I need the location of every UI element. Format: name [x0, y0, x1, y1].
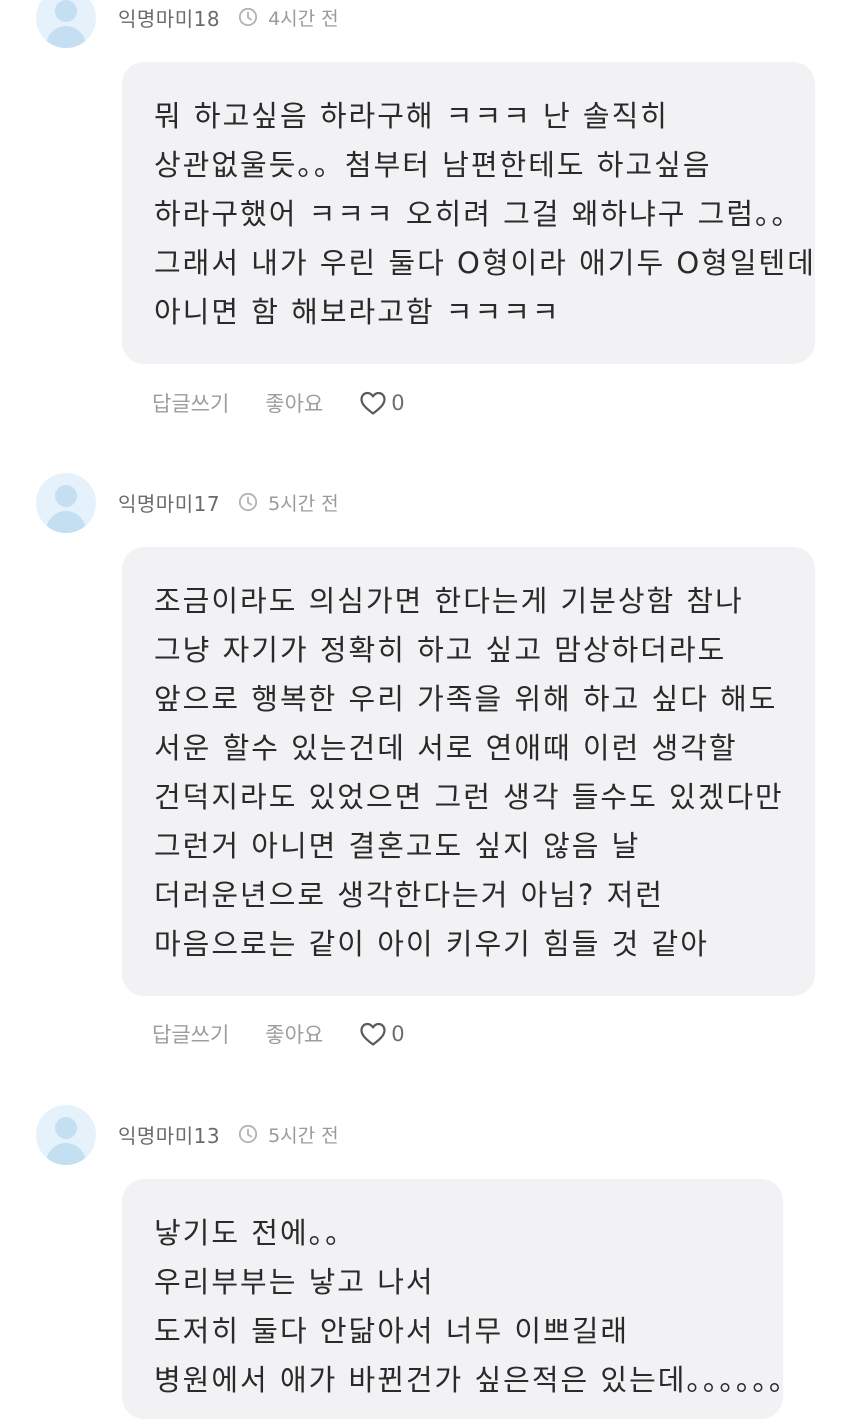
comment-text-line: 뭐 하고싶음 하라구해 ㅋㅋㅋ 난 솔직히	[154, 99, 669, 133]
timestamp: 5시간 전	[268, 1124, 339, 1147]
like-count: 0	[391, 1022, 405, 1046]
comment-actions: 답글쓰기 좋아요 0	[152, 1018, 405, 1050]
comment-actions: 답글쓰기 좋아요 0	[152, 387, 405, 419]
comment-text-line: 하라구했어 ㅋㅋㅋ 오히려 그걸 왜하냐구 그럼。。	[154, 197, 803, 231]
comment-bubble: 낳기도 전에。。 우리부부는 낳고 나서 도저히 둘다 안닮아서 너무 이쁘길래…	[122, 1179, 800, 1419]
like-count-button[interactable]: 0	[359, 390, 405, 416]
author-name[interactable]: 익명마미17	[118, 488, 220, 517]
clock-icon	[238, 7, 258, 27]
like-count: 0	[391, 391, 405, 415]
comment-bubble: 뭐 하고싶음 하라구해 ㅋㅋㅋ 난 솔직히 상관없울듯。。첨부터 남편한테도 하…	[122, 62, 815, 364]
heart-icon	[360, 1022, 386, 1046]
comment-text-line: 그래서 내가 우린 둘다 O형이라 애기두 O형일텐데	[154, 246, 816, 280]
timestamp: 4시간 전	[268, 7, 339, 30]
like-button[interactable]: 좋아요	[265, 388, 323, 418]
comment-text-line: 조금이라도 의심가면 한다는게 기분상함 참나	[154, 584, 744, 618]
comment-text-line: 병원에서 애가 바뀐건가 싶은적은 있는데。。。。。。	[154, 1363, 800, 1397]
like-button[interactable]: 좋아요	[265, 1019, 323, 1049]
avatar[interactable]	[36, 1105, 96, 1165]
reply-button[interactable]: 답글쓰기	[152, 388, 229, 418]
comment-text-line: 건덕지라도 있었으면 그런 생각 들수도 있겠다만	[154, 780, 784, 814]
comment-text-line: 앞으로 행복한 우리 가족을 위해 하고 싶다 해도	[154, 682, 778, 716]
avatar[interactable]	[36, 473, 96, 533]
comment-text-line: 그냥 자기가 정확히 하고 싶고 맘상하더라도	[154, 633, 727, 667]
clock-icon	[238, 1124, 258, 1144]
avatar[interactable]	[36, 0, 96, 48]
comment-text-line: 그런거 아니면 결혼고도 싶지 않음 날	[154, 829, 641, 863]
comment-text-line: 마음으로는 같이 아이 키우기 힘들 것 같아	[154, 927, 709, 961]
clock-icon	[238, 492, 258, 512]
comment-text-line: 상관없울듯。。첨부터 남편한테도 하고싶음	[154, 148, 712, 182]
comment-text-line: 도저히 둘다 안닮아서 너무 이쁘길래	[154, 1314, 630, 1348]
timestamp: 5시간 전	[268, 492, 339, 515]
author-name[interactable]: 익명마미13	[118, 1120, 220, 1149]
heart-icon	[360, 391, 386, 415]
comment-bubble: 조금이라도 의심가면 한다는게 기분상함 참나 그냥 자기가 정확히 하고 싶고…	[122, 547, 815, 996]
author-name[interactable]: 익명마미18	[118, 3, 220, 32]
comment-text-line: 아니면 함 해보라고함 ㅋㅋㅋㅋ	[154, 295, 561, 329]
comment-text-line: 낳기도 전에。。	[154, 1216, 357, 1250]
comment-text-line: 더러운년으로 생각한다는거 아님? 저런	[154, 878, 664, 912]
like-count-button[interactable]: 0	[359, 1021, 405, 1047]
reply-button[interactable]: 답글쓰기	[152, 1019, 229, 1049]
comment-text-line: 서운 할수 있는건데 서로 연애때 이런 생각할	[154, 731, 738, 765]
comment-text-line: 우리부부는 낳고 나서	[154, 1265, 435, 1299]
